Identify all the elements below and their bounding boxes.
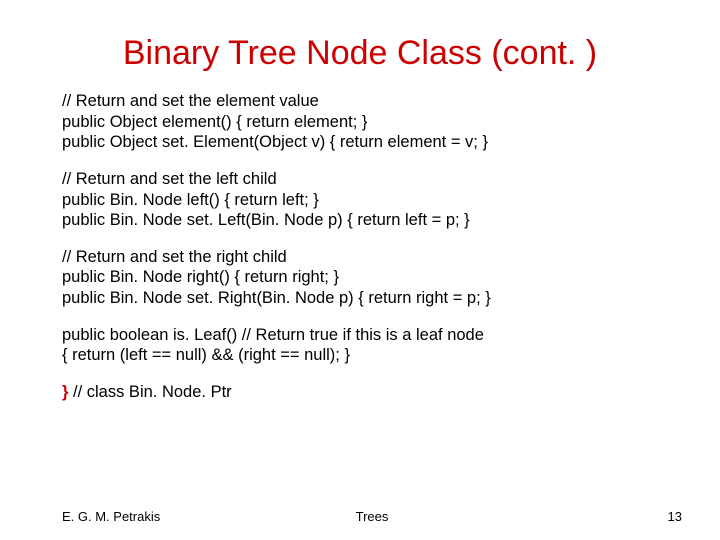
- code-line: public Object element() { return element…: [62, 112, 680, 133]
- code-block-isleaf: public boolean is. Leaf() // Return true…: [62, 325, 680, 366]
- close-comment: // class Bin. Node. Ptr: [68, 383, 231, 401]
- code-line: public Bin. Node set. Left(Bin. Node p) …: [62, 210, 680, 231]
- code-line: public Object set. Element(Object v) { r…: [62, 132, 680, 153]
- code-line: public Bin. Node set. Right(Bin. Node p)…: [62, 288, 680, 309]
- slide-title: Binary Tree Node Class (cont. ): [0, 0, 720, 91]
- code-line: // Return and set the element value: [62, 91, 680, 112]
- slide-content: // Return and set the element value publ…: [0, 91, 720, 403]
- code-block-left: // Return and set the left child public …: [62, 169, 680, 231]
- code-line: // Return and set the right child: [62, 247, 680, 268]
- footer-author: E. G. M. Petrakis: [62, 509, 269, 524]
- code-block-element: // Return and set the element value publ…: [62, 91, 680, 153]
- code-line: public Bin. Node right() { return right;…: [62, 267, 680, 288]
- code-block-close: } // class Bin. Node. Ptr: [62, 382, 680, 403]
- slide-footer: E. G. M. Petrakis Trees 13: [0, 509, 720, 524]
- code-block-right: // Return and set the right child public…: [62, 247, 680, 309]
- code-line: { return (left == null) && (right == nul…: [62, 345, 680, 366]
- code-line: public boolean is. Leaf() // Return true…: [62, 325, 680, 346]
- code-line: // Return and set the left child: [62, 169, 680, 190]
- footer-topic: Trees: [269, 509, 476, 524]
- code-line: public Bin. Node left() { return left; }: [62, 190, 680, 211]
- footer-page-number: 13: [475, 509, 682, 524]
